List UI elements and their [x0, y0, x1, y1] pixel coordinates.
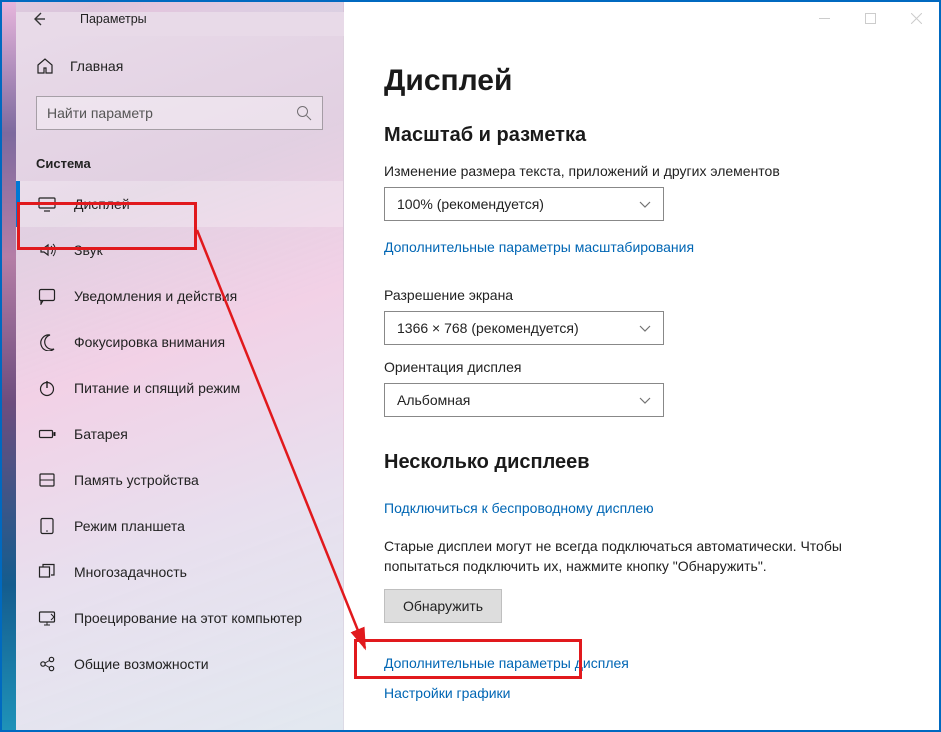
- sidebar-item-multitask[interactable]: Многозадачность: [16, 549, 343, 595]
- tablet-icon: [38, 517, 56, 535]
- power-icon: [38, 379, 56, 397]
- monitor-icon: [38, 195, 56, 213]
- titlebar: Параметры: [16, 2, 939, 36]
- sidebar-item-label: Общие возможности: [74, 656, 209, 672]
- graphics-settings-link[interactable]: Настройки графики: [384, 685, 899, 701]
- search-input[interactable]: [47, 105, 296, 121]
- desktop-wallpaper-strip: [2, 2, 16, 730]
- sidebar-item-label: Проецирование на этот компьютер: [74, 610, 302, 626]
- scale-select[interactable]: 100% (рекомендуется): [384, 187, 664, 221]
- category-label: Система: [16, 130, 343, 181]
- sidebar-item-label: Фокусировка внимания: [74, 334, 225, 350]
- sidebar-item-project[interactable]: Проецирование на этот компьютер: [16, 595, 343, 641]
- scale-value: 100% (рекомендуется): [397, 196, 544, 212]
- moon-icon: [38, 333, 56, 351]
- home-link[interactable]: Главная: [16, 46, 343, 86]
- chat-icon: [38, 287, 56, 305]
- advanced-display-link[interactable]: Дополнительные параметры дисплея: [384, 655, 899, 671]
- sidebar-item-shared[interactable]: Общие возможности: [16, 641, 343, 687]
- project-icon: [38, 609, 56, 627]
- advanced-scale-link[interactable]: Дополнительные параметры масштабирования: [384, 239, 694, 255]
- sidebar-item-label: Многозадачность: [74, 564, 187, 580]
- arrow-left-icon: [31, 11, 47, 27]
- multi-displays-heading: Несколько дисплеев: [384, 451, 899, 474]
- orientation-select[interactable]: Альбомная: [384, 383, 664, 417]
- content-panel: Дисплей Масштаб и разметка Изменение раз…: [344, 36, 939, 730]
- sidebar-item-notify[interactable]: Уведомления и действия: [16, 273, 343, 319]
- search-icon: [296, 105, 312, 121]
- sidebar-item-storage[interactable]: Память устройства: [16, 457, 343, 503]
- home-label: Главная: [70, 58, 123, 74]
- nav-list: Дисплей Звук Уведомления и действия Фокусир…: [16, 181, 343, 687]
- scale-heading: Масштаб и разметка: [384, 124, 899, 147]
- chevron-down-icon: [639, 198, 651, 210]
- storage-icon: [38, 471, 56, 489]
- sidebar-item-label: Питание и спящий режим: [74, 380, 240, 396]
- resolution-value: 1366 × 768 (рекомендуется): [397, 320, 579, 336]
- scale-label: Изменение размера текста, приложений и д…: [384, 163, 899, 179]
- orientation-label: Ориентация дисплея: [384, 359, 899, 375]
- close-icon: [911, 13, 922, 24]
- sidebar-item-label: Память устройства: [74, 472, 199, 488]
- detect-button[interactable]: Обнаружить: [384, 589, 502, 623]
- sidebar-item-tablet[interactable]: Режим планшета: [16, 503, 343, 549]
- multitask-icon: [38, 563, 56, 581]
- shared-icon: [38, 655, 56, 673]
- sidebar-item-label: Уведомления и действия: [74, 288, 237, 304]
- chevron-down-icon: [639, 322, 651, 334]
- maximize-button[interactable]: [847, 2, 893, 34]
- back-button[interactable]: [16, 2, 62, 36]
- minimize-icon: [819, 13, 830, 24]
- minimize-button[interactable]: [801, 2, 847, 34]
- chevron-down-icon: [639, 394, 651, 406]
- sidebar-panel: Главная Система Дисплей Звук Уведомления и…: [16, 36, 344, 730]
- sidebar-item-label: Дисплей: [74, 196, 130, 212]
- orientation-value: Альбомная: [397, 392, 470, 408]
- sidebar-item-focus[interactable]: Фокусировка внимания: [16, 319, 343, 365]
- sidebar-item-label: Звук: [74, 242, 103, 258]
- sidebar-item-label: Батарея: [74, 426, 128, 442]
- sidebar-item-sound[interactable]: Звук: [16, 227, 343, 273]
- sidebar-item-power[interactable]: Питание и спящий режим: [16, 365, 343, 411]
- search-input-wrap[interactable]: [36, 96, 323, 130]
- sound-icon: [38, 241, 56, 259]
- maximize-icon: [865, 13, 876, 24]
- resolution-label: Разрешение экрана: [384, 287, 899, 303]
- legacy-displays-text: Старые дисплеи могут не всегда подключат…: [384, 536, 899, 577]
- sidebar-item-label: Режим планшета: [74, 518, 185, 534]
- window-title: Параметры: [80, 12, 147, 26]
- battery-icon: [38, 425, 56, 443]
- resolution-select[interactable]: 1366 × 768 (рекомендуется): [384, 311, 664, 345]
- page-title: Дисплей: [384, 64, 899, 98]
- home-icon: [36, 57, 54, 75]
- close-button[interactable]: [893, 2, 939, 34]
- sidebar-item-battery[interactable]: Батарея: [16, 411, 343, 457]
- sidebar-item-display[interactable]: Дисплей: [16, 181, 343, 227]
- connect-wireless-link[interactable]: Подключиться к беспроводному дисплею: [384, 500, 654, 516]
